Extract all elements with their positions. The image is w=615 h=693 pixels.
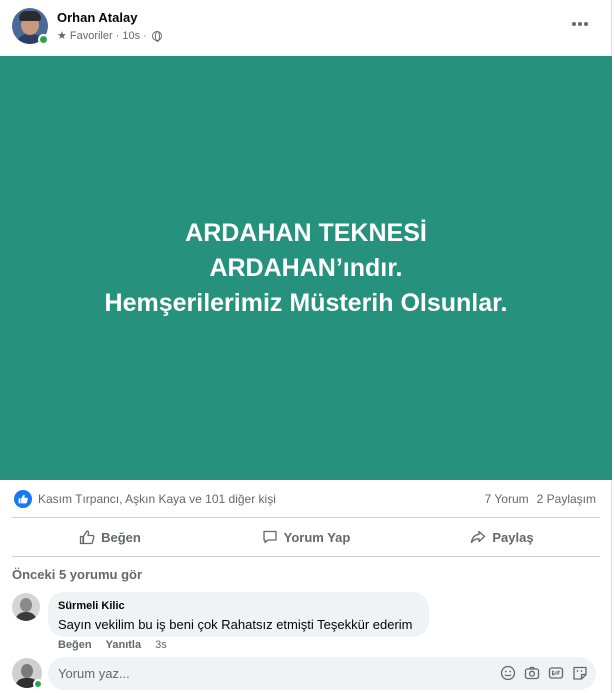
comment-text: Sayın vekilim bu iş beni çok Rahatsız et… — [58, 617, 413, 632]
comment-like-link[interactable]: Beğen — [58, 639, 92, 651]
reactions-bar: Kasım Tırpancı, Aşkın Kaya ve 101 diğer … — [0, 486, 612, 512]
share-button[interactable]: Paylaş — [404, 520, 600, 554]
commenter-avatar[interactable] — [12, 593, 40, 621]
comment-icon — [262, 530, 277, 544]
divider — [12, 556, 600, 557]
camera-icon[interactable] — [524, 665, 540, 681]
post-actions: Beğen Yorum Yap Paylaş — [12, 520, 600, 554]
meta-separator: · — [115, 29, 120, 42]
thumbs-up-icon — [79, 530, 95, 545]
comment-bubble: Sürmeli Kilic Sayın vekilim bu iş beni ç… — [48, 592, 429, 637]
comment-count[interactable]: 7 Yorum — [485, 492, 529, 506]
share-icon — [471, 530, 486, 544]
media-line: Hemşerilerimiz Müsterih Olsunlar. — [104, 288, 508, 317]
comment-label: Yorum Yap — [283, 529, 351, 545]
star-icon: ★ — [57, 30, 67, 42]
globe-icon — [151, 30, 162, 42]
comment-input[interactable] — [48, 657, 468, 690]
comment-button[interactable]: Yorum Yap — [208, 520, 404, 554]
post-image-text: ARDAHAN TEKNESİ ARDAHAN’ındır. Hemşerile… — [105, 216, 508, 321]
post-card: Orhan Atalay ★ Favoriler · 10s · ARDAHAN… — [0, 0, 612, 693]
like-button[interactable]: Beğen — [12, 520, 208, 554]
comment-input-box[interactable] — [48, 657, 596, 690]
commenter-name[interactable]: Sürmeli Kilic — [58, 600, 419, 612]
comment-reply-link[interactable]: Yanıtla — [106, 639, 141, 651]
post-header: Orhan Atalay ★ Favoriler · 10s · — [0, 0, 612, 56]
comment-time[interactable]: 3s — [155, 639, 167, 651]
online-status-icon — [38, 34, 49, 45]
meta-separator: · — [143, 29, 147, 42]
more-options-button[interactable] — [566, 12, 594, 36]
online-status-icon — [33, 679, 43, 689]
sticker-icon[interactable] — [572, 665, 588, 681]
share-count[interactable]: 2 Paylaşım — [537, 492, 596, 506]
engagement-counts: 7 Yorum 2 Paylaşım — [485, 492, 596, 506]
post-image[interactable]: ARDAHAN TEKNESİ ARDAHAN’ındır. Hemşerile… — [0, 56, 612, 480]
media-line: ARDAHAN’ındır. — [209, 253, 403, 282]
divider — [12, 517, 600, 518]
comment-actions: Beğen Yanıtla 3s — [58, 639, 167, 651]
author-name[interactable]: Orhan Atalay — [57, 10, 137, 25]
post-meta: ★ Favoriler · 10s · — [57, 29, 162, 42]
post-time[interactable]: 10s — [122, 30, 140, 42]
view-previous-comments-link[interactable]: Önceki 5 yorumu gör — [12, 567, 142, 582]
share-label: Paylaş — [492, 529, 534, 545]
like-label: Beğen — [101, 529, 141, 545]
comment-input-tools — [500, 665, 588, 681]
audience-label[interactable]: Favoriler — [70, 30, 113, 42]
like-reaction-icon[interactable] — [14, 490, 32, 508]
gif-icon[interactable] — [548, 665, 564, 681]
media-line: ARDAHAN TEKNESİ — [185, 218, 427, 247]
reaction-names[interactable]: Kasım Tırpancı, Aşkın Kaya ve 101 diğer … — [38, 492, 276, 506]
emoji-icon[interactable] — [500, 665, 516, 681]
